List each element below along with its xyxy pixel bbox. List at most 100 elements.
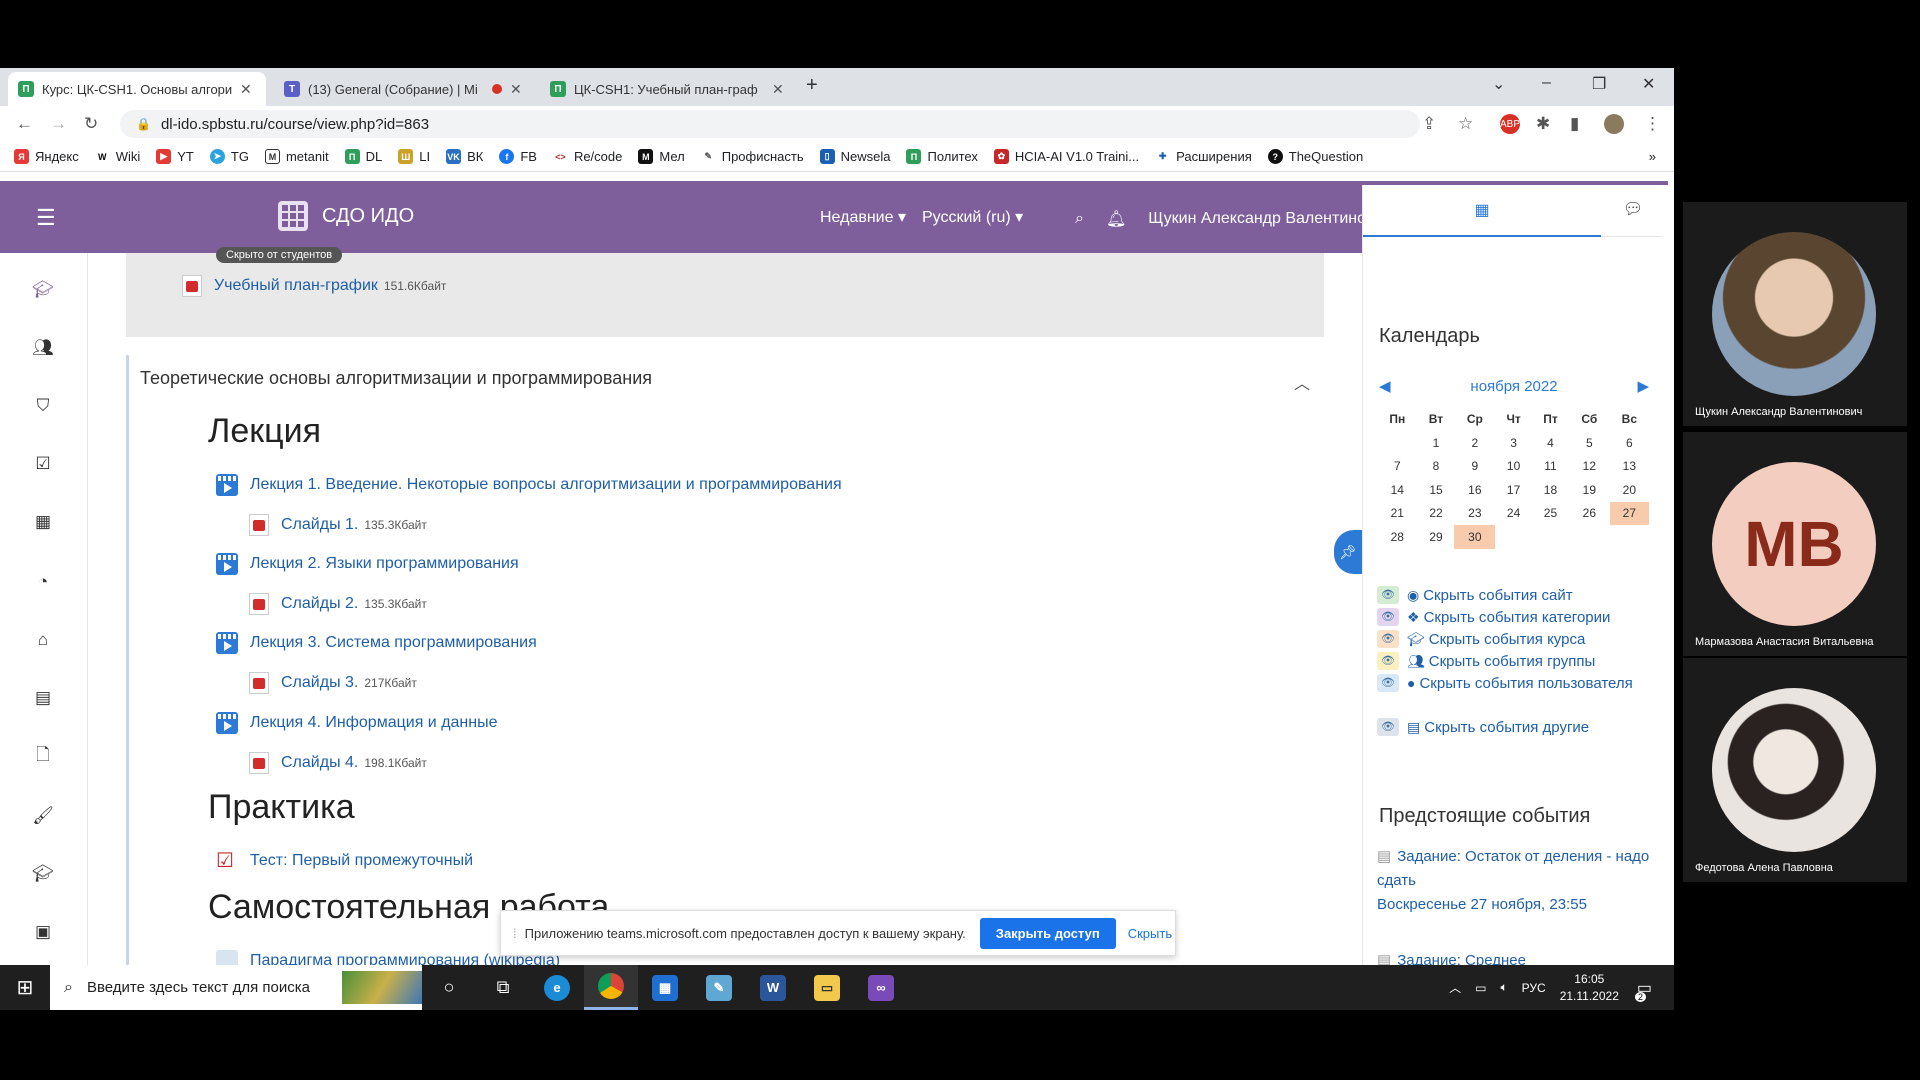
slides-link[interactable]: Слайды 3.: [281, 674, 358, 692]
participant-tile[interactable]: МВ Мармазова Анастасия Витальевна: [1683, 432, 1907, 656]
recent-menu[interactable]: Недавние ▾: [820, 207, 906, 227]
brush-icon[interactable]: 🖌︎: [32, 805, 54, 827]
chat-icon[interactable]: 💬︎: [1623, 199, 1643, 219]
check-square-icon[interactable]: ☑: [32, 453, 54, 475]
browser-tab-plan[interactable]: П ЦК-CSH1: Учебный план-граф ✕: [540, 72, 798, 106]
calendar-day[interactable]: 12: [1569, 455, 1610, 479]
event-date[interactable]: Воскресенье 27 ноября, 23:55: [1377, 896, 1587, 913]
calendar-day[interactable]: 26: [1569, 502, 1610, 526]
bookmark[interactable]: f FB: [499, 149, 537, 164]
archive-icon[interactable]: ▣: [32, 921, 54, 943]
menu-icon[interactable]: ⋮: [1644, 114, 1661, 134]
chrome-icon[interactable]: [584, 965, 638, 1010]
tab-search-icon[interactable]: ⌄: [1492, 74, 1505, 94]
volume-icon[interactable]: 🔈︎: [1500, 980, 1507, 995]
file-explorer-icon[interactable]: ▭: [800, 965, 854, 1010]
bookmark[interactable]: ➤ TG: [209, 149, 249, 164]
calendar-day[interactable]: 14: [1377, 478, 1418, 502]
back-icon[interactable]: ←: [16, 114, 33, 134]
lecture-link[interactable]: Лекция 4. Информация и данные: [250, 714, 498, 732]
stop-sharing-button[interactable]: Закрыть доступ: [979, 917, 1116, 949]
bookmark[interactable]: Я Яндекс: [14, 149, 79, 164]
lecture-link[interactable]: Лекция 2. Языки программирования: [250, 555, 519, 573]
calendar-day[interactable]: 11: [1532, 455, 1569, 479]
bookmark[interactable]: П Политех: [906, 149, 978, 164]
close-icon[interactable]: ✕: [510, 81, 522, 98]
notepad-icon[interactable]: ✎: [692, 965, 746, 1010]
calendar-day[interactable]: 15: [1418, 478, 1455, 502]
eye-icon[interactable]: 👁︎: [1377, 674, 1399, 692]
url-input[interactable]: 🔒 dl-ido.spbstu.ru/course/view.php?id=86…: [120, 110, 1420, 138]
clock[interactable]: 16:05 21.11.2022: [1560, 971, 1619, 1005]
drag-handle-icon[interactable]: ⁞: [513, 926, 517, 941]
prev-month-icon[interactable]: ◀: [1379, 377, 1391, 395]
store-icon[interactable]: ▦: [638, 965, 692, 1010]
calendar-day[interactable]: 23: [1454, 502, 1495, 526]
next-month-icon[interactable]: ▶: [1637, 377, 1649, 395]
file-icon[interactable]: 🗋: [32, 745, 54, 767]
calendar-day[interactable]: 28: [1377, 525, 1418, 549]
calendar-day[interactable]: 24: [1495, 502, 1532, 526]
browser-tab-course[interactable]: П Курс: ЦК-CSH1. Основы алгори ✕: [8, 72, 266, 106]
eye-icon[interactable]: 👁︎: [1377, 630, 1399, 648]
filter-label[interactable]: Скрыть события группы: [1429, 653, 1595, 670]
event-title[interactable]: Задание: Остаток от деления - надо сдать: [1377, 848, 1649, 889]
home-icon[interactable]: ⌂: [32, 629, 54, 651]
site-brand[interactable]: СДО ИДО: [278, 201, 414, 231]
close-window-button[interactable]: ✕: [1642, 74, 1655, 94]
new-tab-button[interactable]: +: [806, 74, 818, 97]
eye-icon[interactable]: 👁︎: [1377, 718, 1399, 736]
bookmark[interactable]: П DL: [344, 149, 382, 164]
notifications-icon[interactable]: ▭ 2: [1634, 978, 1652, 1002]
calendar-day[interactable]: 30: [1454, 525, 1496, 549]
forward-icon[interactable]: →: [50, 114, 67, 134]
share-icon[interactable]: ⇪: [1422, 114, 1436, 134]
side-panel-icon[interactable]: ▮: [1570, 114, 1579, 134]
filter-label[interactable]: Скрыть события другие: [1424, 719, 1589, 736]
bookmark[interactable]: Ш LI: [398, 149, 430, 164]
slides-link[interactable]: Слайды 1.: [281, 516, 358, 534]
participant-tile[interactable]: Федотова Алена Павловна: [1683, 658, 1907, 882]
search-icon[interactable]: ⌕: [1075, 210, 1084, 228]
cortana-icon[interactable]: ○: [422, 965, 476, 1010]
bookmark[interactable]: <> Re/code: [552, 149, 622, 164]
hamburger-icon[interactable]: ☰: [36, 205, 56, 231]
more-bookmarks-icon[interactable]: »: [1649, 149, 1656, 164]
filter-label[interactable]: Скрыть события категории: [1424, 609, 1611, 626]
blocks-tab[interactable]: ▦: [1363, 185, 1601, 237]
filter-label[interactable]: Скрыть события курса: [1429, 631, 1586, 648]
bookmark[interactable]: ▯ Newsela: [819, 149, 890, 164]
calendar-day[interactable]: 16: [1454, 478, 1495, 502]
calendar-day[interactable]: 2: [1454, 431, 1495, 455]
chevron-up-icon[interactable]: ︿: [1294, 370, 1310, 394]
restore-button[interactable]: ❐: [1592, 74, 1606, 94]
pin-icon[interactable]: 📌︎: [1334, 530, 1362, 574]
graduation-cap-icon[interactable]: 🎓︎: [32, 863, 54, 885]
slides-link[interactable]: Слайды 2.: [281, 595, 358, 613]
users-icon[interactable]: 👥︎: [32, 337, 54, 359]
taskbar-search-input[interactable]: ⌕ Введите здесь текст для поиска: [50, 965, 422, 1010]
quiz-link[interactable]: Тест: Первый промежуточный: [250, 852, 473, 870]
bookmark[interactable]: W Wiki: [94, 149, 140, 164]
language-menu[interactable]: Русский (ru) ▾: [922, 207, 1023, 227]
calendar-day[interactable]: 7: [1377, 455, 1418, 479]
language-indicator[interactable]: РУС: [1522, 981, 1546, 995]
chevron-up-icon[interactable]: ︿: [1449, 979, 1461, 996]
dashboard-icon[interactable]: ◔: [32, 571, 54, 593]
bell-icon[interactable]: 🔔︎: [1106, 209, 1126, 229]
slides-link[interactable]: Слайды 4.: [281, 754, 358, 772]
lecture-link[interactable]: Лекция 1. Введение. Некоторые вопросы ал…: [250, 476, 842, 494]
bookmark[interactable]: ? TheQuestion: [1267, 149, 1363, 164]
close-icon[interactable]: ✕: [772, 81, 784, 98]
word-icon[interactable]: W: [746, 965, 800, 1010]
task-view-icon[interactable]: ⧉: [476, 965, 530, 1010]
hide-button[interactable]: Скрыть: [1128, 926, 1172, 941]
calendar-day[interactable]: 10: [1495, 455, 1532, 479]
calendar-day[interactable]: 27: [1609, 501, 1649, 525]
calendar-day[interactable]: 17: [1495, 478, 1532, 502]
calendar-day[interactable]: 22: [1418, 502, 1455, 526]
user-name[interactable]: Щукин Александр Валентинович: [1148, 210, 1391, 228]
calendar-day[interactable]: 5: [1569, 431, 1610, 455]
section-title[interactable]: Теоретические основы алгоритмизации и пр…: [140, 368, 652, 389]
graduation-cap-icon[interactable]: 🎓︎: [32, 279, 54, 301]
